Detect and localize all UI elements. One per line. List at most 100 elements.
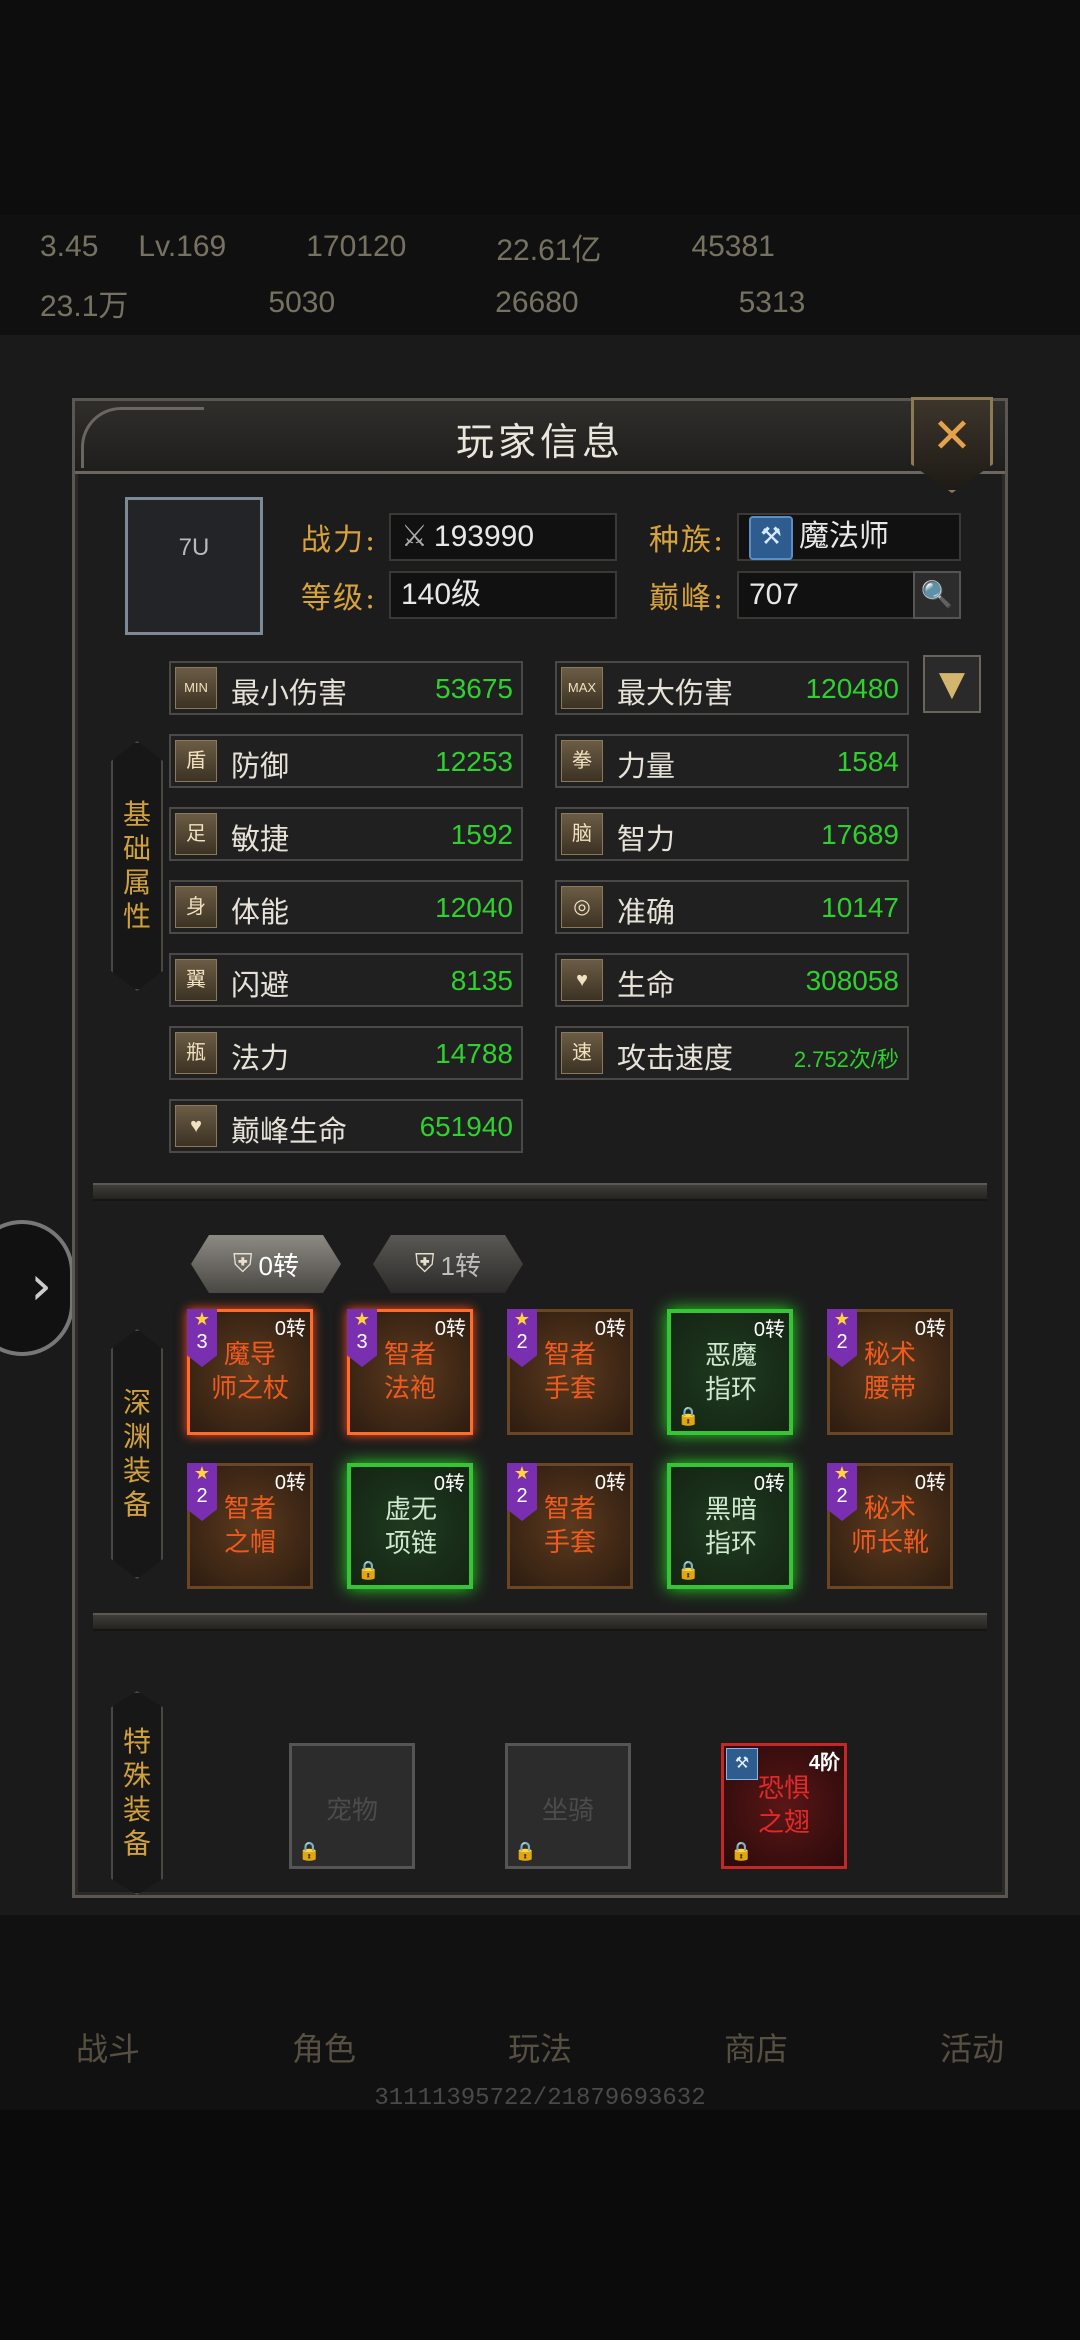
star-icon: ★ (833, 1463, 851, 1484)
stat-strength: 拳 力量 1584 (555, 734, 909, 788)
section-divider (93, 1613, 987, 1631)
body-icon: 身 (175, 886, 217, 928)
item-name: 智者 之帽 (190, 1492, 310, 1560)
stat-value: 53675 (435, 673, 513, 704)
bg-nav-battle: 战斗 (75, 2030, 140, 2068)
close-icon: ✕ (931, 408, 973, 464)
equip-slot-robe[interactable]: ★ 3 0转 智者 法袍 (347, 1309, 473, 1435)
tab-turn-1[interactable]: ⛨ 1转 (373, 1235, 523, 1293)
stats-expand-button[interactable]: ▼ (923, 655, 981, 713)
abyss-equipment-tag: 深 渊 装 备 (111, 1329, 163, 1579)
avatar[interactable]: 7U (125, 497, 263, 635)
stat-name: 体能 (231, 895, 290, 929)
star-icon: ★ (513, 1309, 531, 1330)
section-divider (93, 1183, 987, 1201)
level-value: 140级 (401, 578, 482, 611)
stat-value: 2.752次/秒 (793, 1047, 899, 1072)
panel-title: 玩家信息 (455, 420, 624, 464)
background-bottom-nav: 战斗 角色 玩法 商店 活动 (0, 1915, 1080, 2110)
stat-value: 17689 (821, 819, 899, 850)
tab-turn-0[interactable]: ⛨ 0转 (191, 1235, 341, 1293)
stat-value: 308058 (805, 965, 899, 996)
abyss-tag-char4: 备 (122, 1488, 151, 1521)
top-blank-area (0, 0, 1080, 215)
power-label: 战力: (301, 523, 378, 558)
item-turn: 0转 (914, 1318, 946, 1340)
lock-icon: 🔒 (677, 1560, 700, 1581)
fist-icon: 拳 (561, 740, 603, 782)
stat-value: 12040 (435, 892, 513, 923)
search-icon: 🔍 (920, 580, 954, 610)
item-name-line2: 师长靴 (850, 1528, 929, 1558)
item-turn: 0转 (274, 1318, 306, 1340)
stat-attack-speed: 速 攻击速度 2.752次/秒 (555, 1026, 909, 1080)
equip-slot-gloves[interactable]: ★ 2 0转 智者 手套 (507, 1309, 633, 1435)
item-name: 智者 手套 (510, 1338, 630, 1406)
slot-label: 宠物 (325, 1796, 378, 1826)
peak-value: 707 (749, 578, 800, 611)
special-slot-wings[interactable]: ⚒ 4阶 恐惧 之翅 🔒 (721, 1743, 847, 1869)
stat-stamina: 身 体能 12040 (169, 880, 523, 934)
item-name-line1: 魔导 (223, 1340, 276, 1370)
target-icon: ◎ (561, 886, 603, 928)
item-turn: 0转 (434, 1318, 466, 1340)
stat-defense: 盾 防御 12253 (169, 734, 523, 788)
lock-icon: 🔒 (514, 1841, 537, 1862)
shield-icon: 盾 (175, 740, 217, 782)
basic-tag-char3: 属 (122, 866, 151, 899)
stat-value: 1584 (836, 746, 899, 777)
special-slot-pet[interactable]: 宠物 🔒 (289, 1743, 415, 1869)
equip-slot-ring-1[interactable]: 0转 恶魔 指环 🔒 (667, 1309, 793, 1435)
bg-status-res2: 5030 (268, 286, 336, 319)
item-name-line2: 师之杖 (210, 1374, 289, 1404)
stat-hp: ♥ 生命 308058 (555, 953, 909, 1007)
peak-heart-icon: ♥ (175, 1105, 217, 1147)
side-expand-button[interactable]: › (0, 1220, 74, 1356)
equip-slot-necklace[interactable]: 0转 虚无 项链 🔒 (347, 1463, 473, 1589)
item-name-line2: 项链 (384, 1529, 437, 1559)
equip-slot-gloves-2[interactable]: ★ 2 0转 智者 手套 (507, 1463, 633, 1589)
item-name-line2: 指环 (704, 1529, 757, 1559)
star-icon: ★ (353, 1309, 371, 1330)
stat-accuracy: ◎ 准确 10147 (555, 880, 909, 934)
stat-name: 力量 (617, 749, 676, 783)
armor-icon: ⛨ (233, 1248, 253, 1278)
peak-search-button[interactable]: 🔍 (913, 571, 961, 619)
star-icon: ★ (513, 1463, 531, 1484)
max-damage-icon: MAX (561, 667, 603, 709)
peak-label: 巅峰: (649, 581, 726, 616)
tab-turn-0-label: 0转 (258, 1250, 299, 1281)
stat-name: 智力 (617, 822, 676, 856)
stat-value: 10147 (821, 892, 899, 923)
item-name-line1: 智者 (383, 1340, 436, 1370)
stat-min-damage: MIN 最小伤害 53675 (169, 661, 523, 715)
item-name-line2: 法袍 (383, 1374, 436, 1404)
item-turn: 0转 (594, 1472, 626, 1494)
item-name: 智者 手套 (510, 1492, 630, 1560)
item-name-line1: 智者 (223, 1494, 276, 1524)
player-info-panel: 玩家信息 ✕ 7U 战力: ⚔ 193990 种族: ⚒ 魔法师 等级: 140级 … (72, 397, 1008, 1898)
tab-turn-1-label: 1转 (440, 1250, 481, 1281)
equip-slot-hat[interactable]: ★ 2 0转 智者 之帽 (187, 1463, 313, 1589)
special-slot-mount[interactable]: 坐骑 🔒 (505, 1743, 631, 1869)
race-value: 魔法师 (799, 520, 889, 553)
equip-slot-ring-2[interactable]: 0转 黑暗 指环 🔒 (667, 1463, 793, 1589)
item-turn: 0转 (594, 1318, 626, 1340)
stat-value: 8135 (450, 965, 513, 996)
close-button[interactable]: ✕ (911, 397, 993, 493)
stat-value: 14788 (435, 1038, 513, 1069)
item-name: 虚无 项链 (351, 1493, 471, 1561)
item-name: 智者 法袍 (350, 1338, 470, 1406)
stat-name: 法力 (231, 1041, 290, 1075)
item-turn: 0转 (753, 1319, 785, 1341)
bg-status-gem: 45381 (691, 230, 775, 263)
equip-slot-boots[interactable]: ★ 2 0转 秘术 师长靴 (827, 1463, 953, 1589)
stat-max-damage: MAX 最大伤害 120480 (555, 661, 909, 715)
item-name: 秘术 腰带 (830, 1338, 950, 1406)
equip-slot-staff[interactable]: ★ 3 0转 魔导 师之杖 (187, 1309, 313, 1435)
stat-name: 攻击速度 (617, 1041, 734, 1075)
stat-mana: 瓶 法力 14788 (169, 1026, 523, 1080)
brain-icon: 脑 (561, 813, 603, 855)
bg-status-gold: 22.61亿 (496, 234, 602, 267)
equip-slot-belt[interactable]: ★ 2 0转 秘术 腰带 (827, 1309, 953, 1435)
